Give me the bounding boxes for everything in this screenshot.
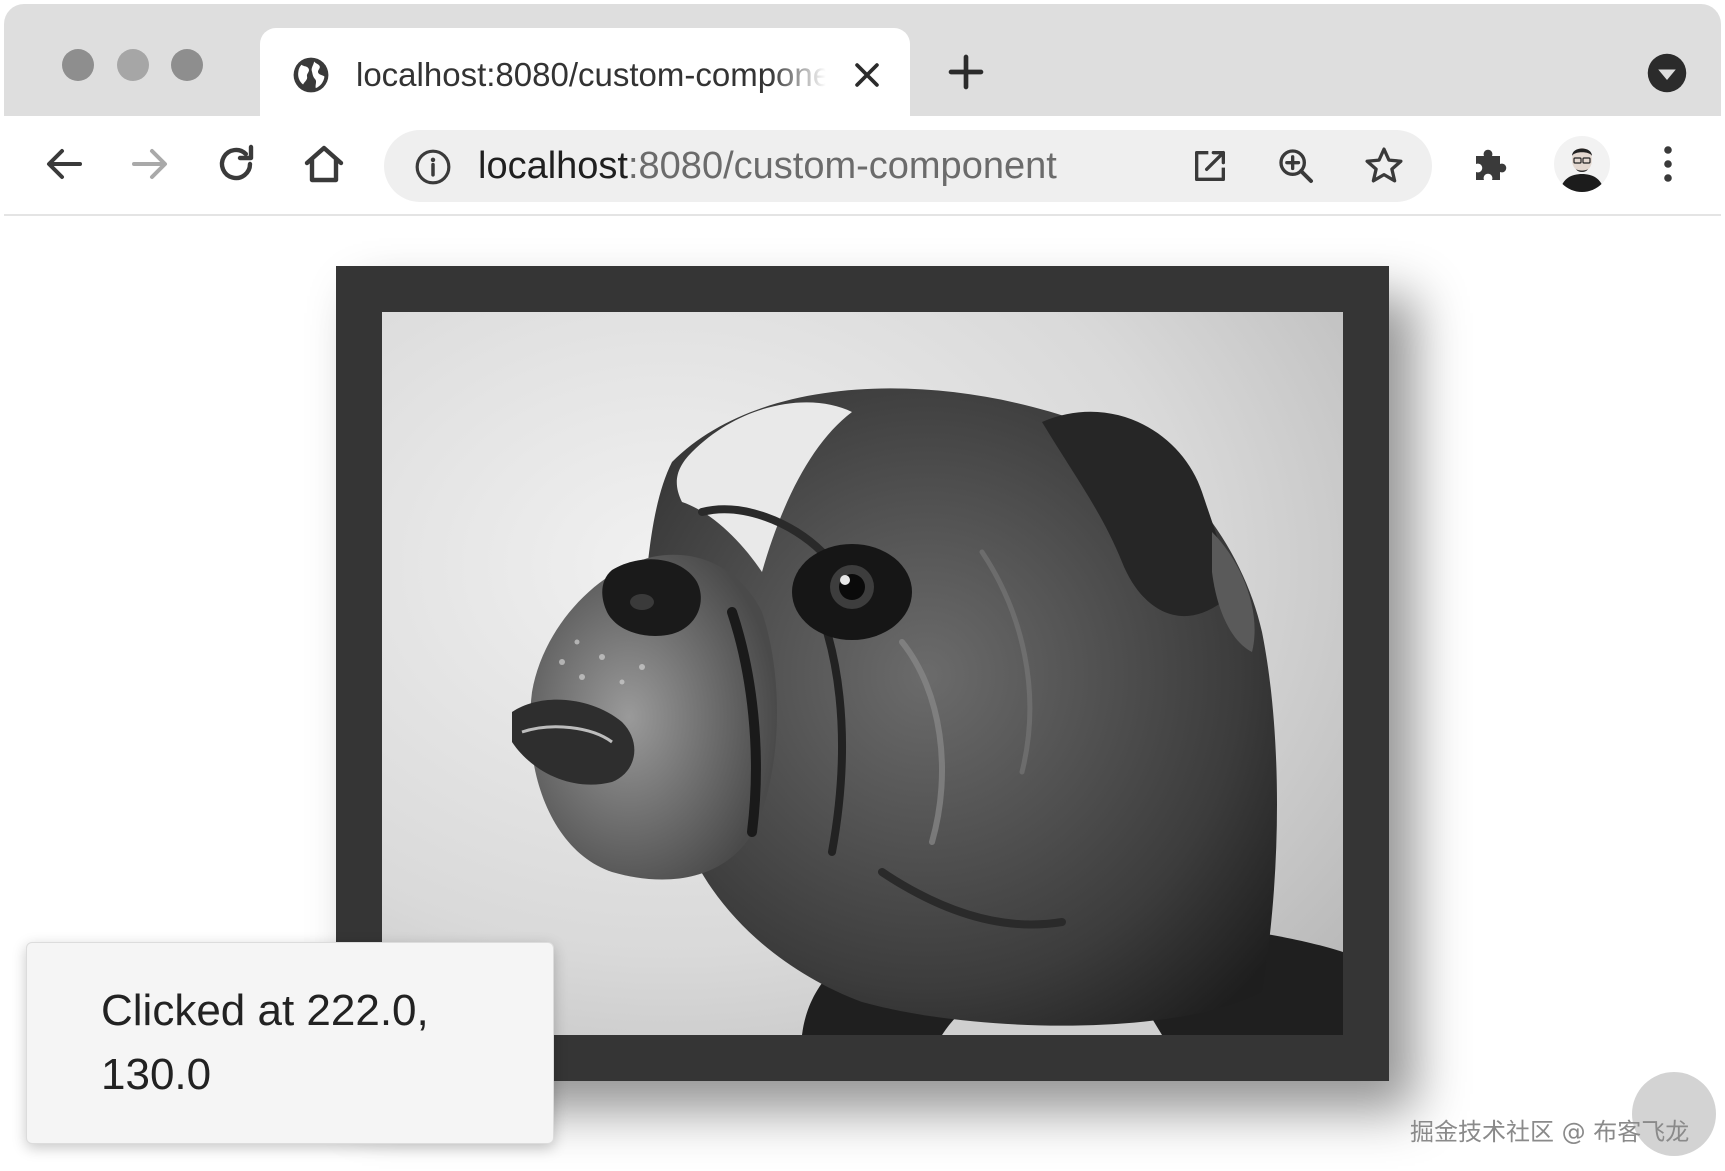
arrow-left-icon[interactable] xyxy=(40,140,88,188)
browser-window: localhost:8080/custom-component localhos… xyxy=(0,0,1725,1171)
maximize-window-button[interactable] xyxy=(171,49,203,81)
reload-icon[interactable] xyxy=(212,140,260,188)
minimize-window-button[interactable] xyxy=(117,49,149,81)
arrow-right-icon[interactable] xyxy=(126,140,174,188)
browser-toolbar: localhost:8080/custom-component xyxy=(4,116,1721,216)
info-icon[interactable] xyxy=(414,148,452,186)
puzzle-icon[interactable] xyxy=(1468,140,1516,188)
url-text[interactable]: localhost:8080/custom-component xyxy=(478,142,1057,190)
kebab-menu-icon[interactable] xyxy=(1644,140,1692,188)
tab-strip: localhost:8080/custom-component xyxy=(4,4,1721,120)
dog-photo[interactable] xyxy=(382,312,1343,1035)
url-host: localhost xyxy=(478,145,628,187)
home-icon[interactable] xyxy=(300,140,348,188)
tab-search-icon[interactable] xyxy=(1646,52,1688,94)
star-icon[interactable] xyxy=(1362,144,1406,188)
page-content: Clicked at 222.0, 130.0 掘金技术社区 @ 布客飞龙 xyxy=(4,216,1721,1171)
globe-icon xyxy=(293,57,329,93)
watermark-text: 掘金技术社区 @ 布客飞龙 xyxy=(1410,1118,1690,1146)
snackbar-message: Clicked at 222.0, 130.0 xyxy=(101,986,429,1099)
snackbar: Clicked at 222.0, 130.0 xyxy=(26,942,554,1144)
tab-title: localhost:8080/custom-component xyxy=(356,56,826,93)
active-tab[interactable]: localhost:8080/custom-component xyxy=(260,28,910,120)
close-window-button[interactable] xyxy=(62,49,94,81)
open-in-window-icon[interactable] xyxy=(1190,146,1230,186)
zoom-in-icon[interactable] xyxy=(1276,146,1316,186)
close-icon[interactable] xyxy=(850,58,884,92)
avatar[interactable] xyxy=(1554,136,1610,192)
url-path: :8080/custom-component xyxy=(627,145,1057,187)
new-tab-icon[interactable] xyxy=(946,52,986,92)
address-bar[interactable]: localhost:8080/custom-component xyxy=(384,130,1432,202)
